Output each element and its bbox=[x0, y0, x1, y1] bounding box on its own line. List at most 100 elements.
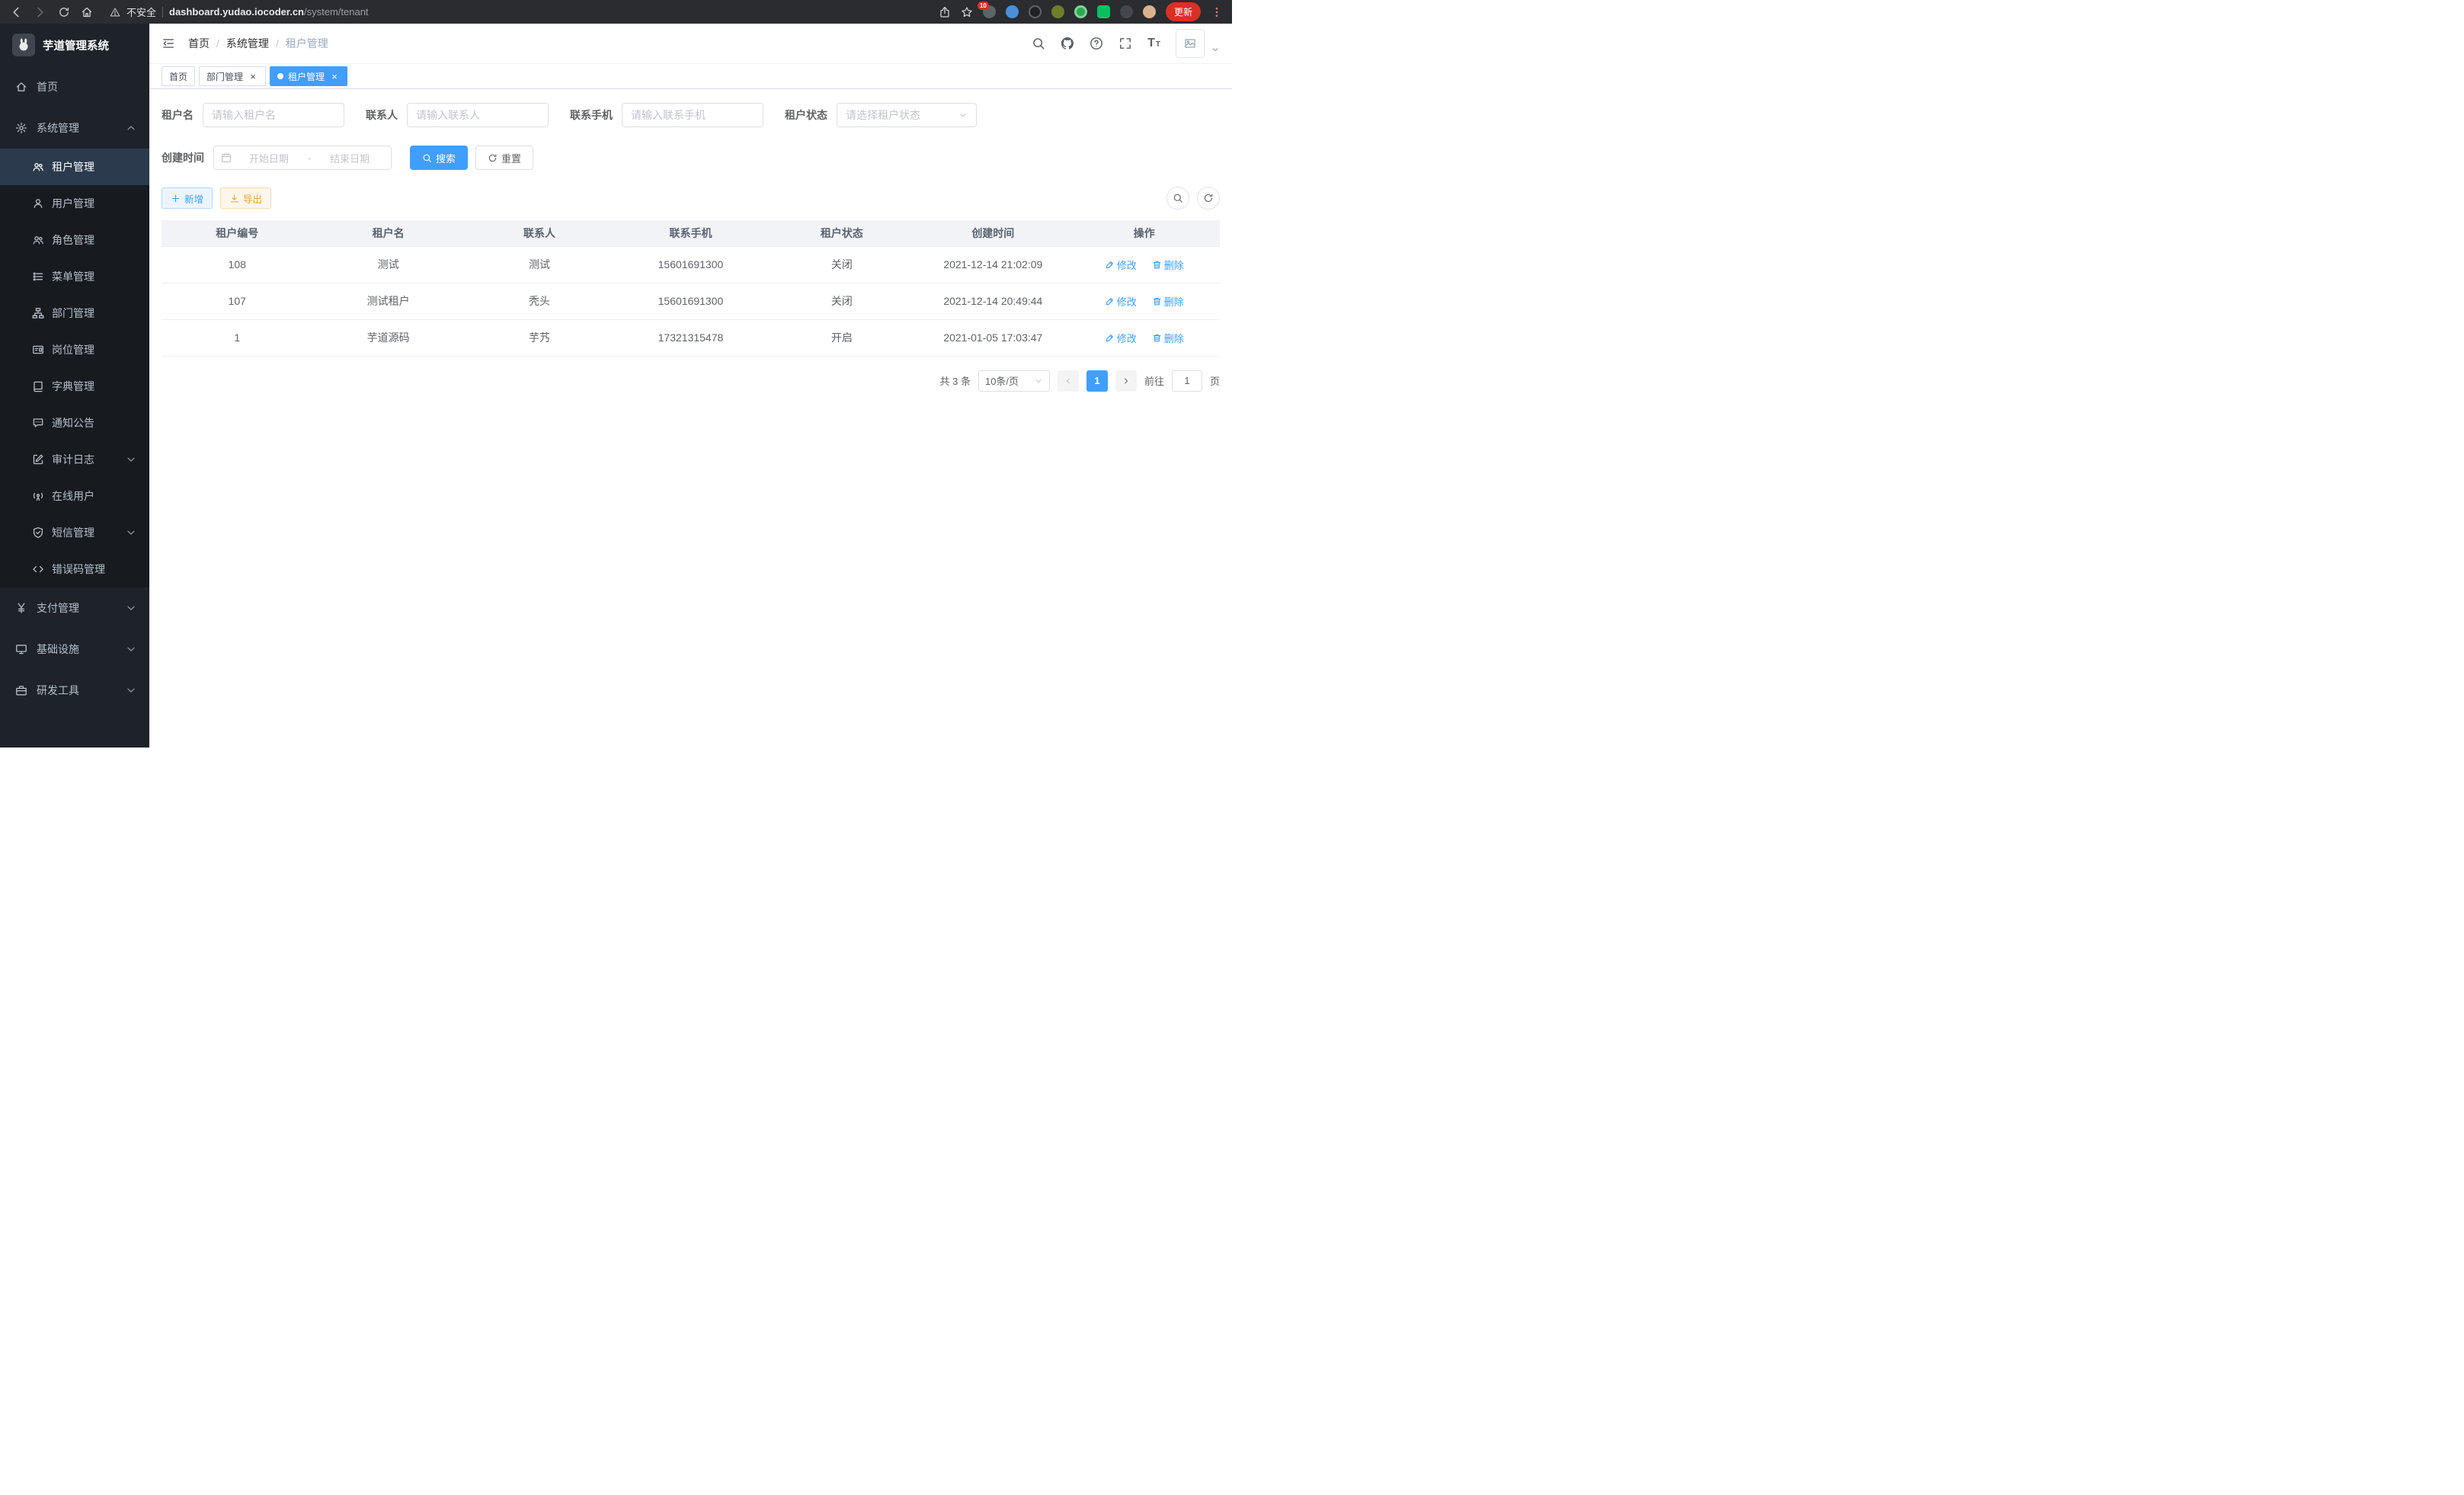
goto-suffix: 页 bbox=[1210, 373, 1220, 388]
tab-tenant[interactable]: 租户管理 × bbox=[270, 66, 347, 86]
sidebar-item-infra[interactable]: 基础设施 bbox=[0, 629, 149, 670]
extension-icon-1[interactable]: 10 bbox=[983, 5, 996, 18]
export-button[interactable]: 导出 bbox=[220, 187, 271, 209]
sidebar-item-payment[interactable]: 支付管理 bbox=[0, 587, 149, 629]
goto-prefix: 前往 bbox=[1144, 373, 1164, 388]
delete-link[interactable]: 删除 bbox=[1152, 258, 1184, 272]
update-button[interactable]: 更新 bbox=[1166, 2, 1201, 21]
browser-actions: 10 更新 bbox=[939, 2, 1223, 21]
tenant-name-input[interactable] bbox=[203, 103, 344, 127]
breadcrumb-current: 租户管理 bbox=[286, 36, 328, 51]
sidebar-item-menu[interactable]: 菜单管理 bbox=[0, 258, 149, 295]
sidebar-item-tenant[interactable]: 租户管理 bbox=[0, 149, 149, 185]
extension-icon-3[interactable] bbox=[1029, 5, 1042, 18]
browser-back-icon[interactable] bbox=[9, 5, 23, 19]
address-bar[interactable]: 不安全 dashboard.yudao.iocoder.cn/system/te… bbox=[110, 5, 928, 19]
extension-icon-4[interactable] bbox=[1051, 5, 1064, 18]
close-icon[interactable]: × bbox=[329, 71, 340, 82]
sidebar-fold-icon[interactable] bbox=[162, 37, 175, 50]
field-label: 联系人 bbox=[366, 107, 398, 123]
font-size-icon[interactable]: TT bbox=[1147, 37, 1160, 50]
sidebar-item-home[interactable]: 首页 bbox=[0, 66, 149, 107]
help-icon[interactable] bbox=[1090, 37, 1103, 50]
user-avatar[interactable] bbox=[1176, 29, 1205, 58]
github-icon[interactable] bbox=[1061, 37, 1074, 50]
status-select[interactable]: 请选择租户状态 bbox=[837, 103, 977, 127]
sidebar-item-post[interactable]: 岗位管理 bbox=[0, 331, 149, 368]
extension-icon-6[interactable] bbox=[1097, 5, 1110, 18]
start-date-placeholder: 开始日期 bbox=[235, 151, 303, 165]
sidebar-item-audit-log[interactable]: 审计日志 bbox=[0, 441, 149, 478]
search-icon bbox=[422, 153, 432, 163]
browser-forward-icon[interactable] bbox=[34, 5, 47, 19]
prev-page-button[interactable] bbox=[1058, 370, 1079, 392]
browser-home-icon[interactable] bbox=[81, 6, 93, 18]
sidebar-item-user[interactable]: 用户管理 bbox=[0, 185, 149, 222]
profile-avatar-icon[interactable] bbox=[1143, 5, 1156, 18]
reset-button[interactable]: 重置 bbox=[475, 146, 533, 170]
sidebar-item-system[interactable]: 系统管理 bbox=[0, 107, 149, 149]
sidebar-item-dept[interactable]: 部门管理 bbox=[0, 295, 149, 331]
sidebar-item-role[interactable]: 角色管理 bbox=[0, 222, 149, 258]
tab-bar: 首页 部门管理 × 租户管理 × bbox=[149, 64, 1232, 89]
refresh-table-button[interactable] bbox=[1197, 187, 1220, 210]
breadcrumb-item[interactable]: 首页 bbox=[188, 36, 210, 51]
share-icon[interactable] bbox=[939, 6, 951, 18]
page-size-select[interactable]: 10条/页 bbox=[978, 370, 1050, 392]
sidebar-submenu-system: 租户管理 用户管理 角色管理 菜单管理 部门管理 bbox=[0, 149, 149, 587]
browser-reload-icon[interactable] bbox=[58, 6, 70, 18]
toggle-search-button[interactable] bbox=[1166, 187, 1189, 210]
online-signal-icon bbox=[32, 490, 44, 502]
logo[interactable]: 芋道管理系统 bbox=[0, 24, 149, 66]
sidebar-item-notice[interactable]: 通知公告 bbox=[0, 405, 149, 441]
contact-input[interactable] bbox=[407, 103, 549, 127]
tab-home[interactable]: 首页 bbox=[162, 66, 195, 86]
search-button[interactable]: 搜索 bbox=[410, 146, 468, 170]
sidebar-item-label: 基础设施 bbox=[37, 642, 79, 657]
cell-status: 开启 bbox=[766, 319, 917, 356]
extension-icon-2[interactable] bbox=[1006, 5, 1019, 18]
sidebar-item-label: 菜单管理 bbox=[52, 269, 94, 284]
sidebar-item-online-user[interactable]: 在线用户 bbox=[0, 478, 149, 514]
end-date-placeholder: 结束日期 bbox=[315, 151, 384, 165]
add-button[interactable]: 新增 bbox=[162, 187, 213, 209]
tab-dept[interactable]: 部门管理 × bbox=[199, 66, 266, 86]
edit-link[interactable]: 修改 bbox=[1105, 258, 1137, 272]
button-label: 重置 bbox=[501, 151, 521, 165]
sidebar-item-dev-tools[interactable]: 研发工具 bbox=[0, 670, 149, 711]
calendar-icon bbox=[221, 152, 232, 163]
page-number-button[interactable]: 1 bbox=[1086, 370, 1108, 392]
avatar-dropdown-caret-icon[interactable] bbox=[1211, 45, 1220, 54]
breadcrumb-item[interactable]: 系统管理 bbox=[226, 36, 269, 51]
extension-badge: 10 bbox=[978, 2, 989, 10]
close-icon[interactable]: × bbox=[248, 71, 258, 82]
edit-link[interactable]: 修改 bbox=[1105, 331, 1137, 345]
sidebar-item-dict[interactable]: 字典管理 bbox=[0, 368, 149, 405]
tenant-table: 租户编号 租户名 联系人 联系手机 租户状态 创建时间 操作 108 测试 测试 bbox=[162, 220, 1220, 357]
goto-page-input[interactable] bbox=[1172, 370, 1202, 392]
sidebar-item-sms[interactable]: 短信管理 bbox=[0, 514, 149, 551]
date-range-picker[interactable]: 开始日期 - 结束日期 bbox=[213, 146, 392, 170]
edit-link[interactable]: 修改 bbox=[1105, 294, 1137, 309]
home-icon bbox=[15, 81, 27, 93]
mobile-input[interactable] bbox=[622, 103, 763, 127]
extension-icon-5[interactable] bbox=[1074, 5, 1087, 18]
cell-id: 107 bbox=[162, 283, 312, 319]
column-header: 联系手机 bbox=[615, 220, 766, 246]
delete-link[interactable]: 删除 bbox=[1152, 331, 1184, 345]
browser-menu-icon[interactable] bbox=[1211, 6, 1223, 18]
navbar-actions: TT bbox=[1032, 29, 1220, 58]
sidebar-item-label: 在线用户 bbox=[52, 488, 94, 504]
url-text[interactable]: dashboard.yudao.iocoder.cn/system/tenant bbox=[169, 6, 369, 18]
fullscreen-icon[interactable] bbox=[1118, 37, 1132, 50]
bookmark-star-icon[interactable] bbox=[961, 6, 973, 18]
search-icon[interactable] bbox=[1032, 37, 1045, 50]
next-page-button[interactable] bbox=[1115, 370, 1137, 392]
cell-name: 芋道源码 bbox=[312, 319, 463, 356]
link-label: 删除 bbox=[1164, 258, 1184, 272]
delete-link[interactable]: 删除 bbox=[1152, 294, 1184, 309]
extension-icon-7[interactable] bbox=[1120, 5, 1133, 18]
sidebar-item-error-code[interactable]: 错误码管理 bbox=[0, 551, 149, 587]
tab-label: 租户管理 bbox=[288, 70, 325, 83]
security-label[interactable]: 不安全 bbox=[126, 5, 156, 19]
